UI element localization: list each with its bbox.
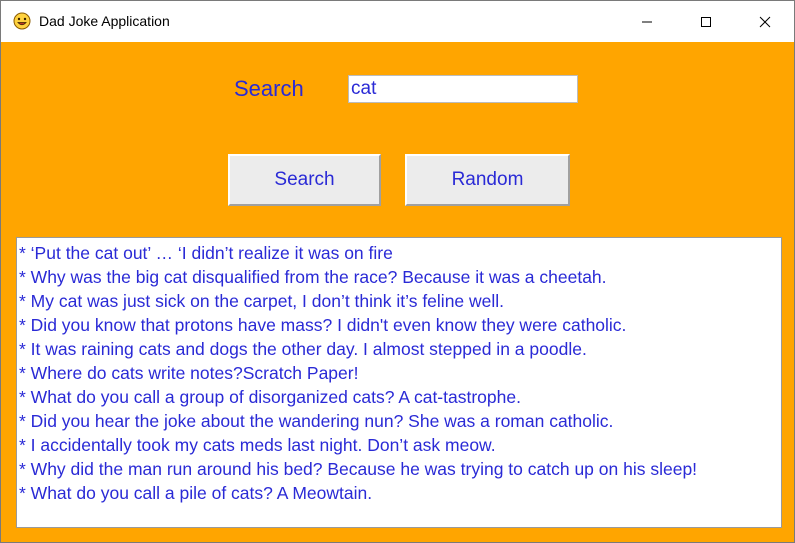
main-panel: Search Search Random * ‘Put the cat out’…: [1, 42, 794, 542]
list-item: * Why was the big cat disqualified from …: [19, 267, 607, 287]
list-item: * Did you know that protons have mass? I…: [19, 315, 627, 335]
list-item: * I accidentally took my cats meds last …: [19, 435, 496, 455]
maximize-icon: [701, 16, 711, 27]
window-title: Dad Joke Application: [39, 13, 170, 29]
list-item: * My cat was just sick on the carpet, I …: [19, 291, 505, 311]
results-list[interactable]: * ‘Put the cat out’ … ‘I didn’t realize …: [16, 237, 782, 528]
list-item: * Why did the man run around his bed? Be…: [19, 459, 698, 479]
list-item: * Where do cats write notes?Scratch Pape…: [19, 363, 359, 383]
search-label: Search: [234, 76, 304, 101]
minimize-button[interactable]: [618, 1, 676, 42]
title-bar[interactable]: Dad Joke Application: [1, 1, 794, 42]
list-item: * ‘Put the cat out’ … ‘I didn’t realize …: [19, 243, 393, 263]
maximize-button[interactable]: [677, 1, 735, 42]
smiley-face-icon: [13, 12, 31, 30]
close-icon: [759, 16, 771, 27]
list-item: * What do you call a pile of cats? A Meo…: [19, 483, 373, 503]
list-item: * What do you call a group of disorganiz…: [19, 387, 521, 407]
list-item: * It was raining cats and dogs the other…: [19, 339, 587, 359]
list-item: * Did you hear the joke about the wander…: [19, 411, 614, 431]
search-input[interactable]: [348, 75, 578, 103]
random-button[interactable]: Random: [405, 154, 570, 206]
app-window: Dad Joke Application Search Search Rando…: [0, 0, 795, 543]
minimize-icon: [642, 21, 652, 22]
search-button[interactable]: Search: [228, 154, 381, 206]
close-button[interactable]: [736, 1, 794, 42]
